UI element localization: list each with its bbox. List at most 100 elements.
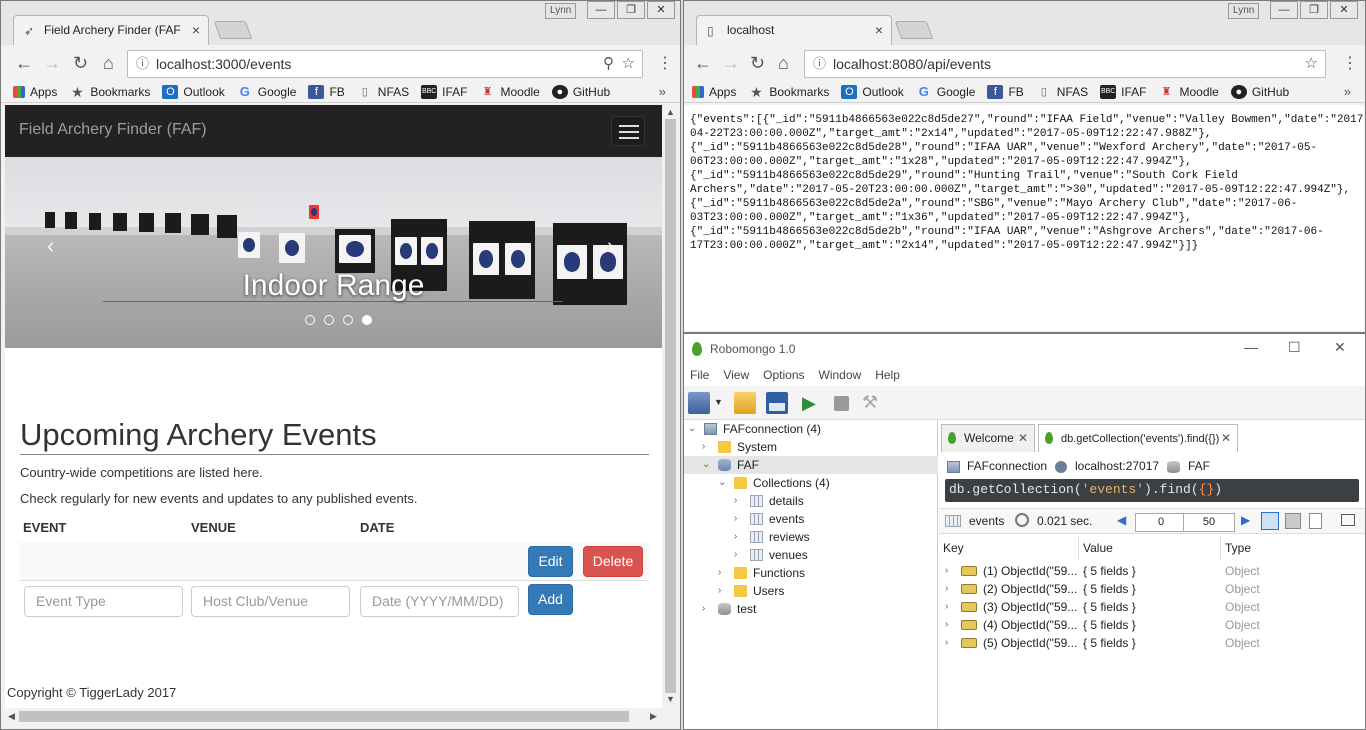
expand-arrow-icon[interactable]: › [945,634,948,652]
right-address-bar[interactable]: ⓘ localhost:8080/api/events ☆ [804,50,1326,78]
close-window-icon[interactable]: ✕ [647,1,675,19]
carousel-dot-1[interactable] [305,315,315,325]
venue-input[interactable]: Host Club/Venue [191,586,350,617]
menu-options[interactable]: Options [763,364,804,386]
result-row[interactable]: › (5) ObjectId("59...{ 5 fields } Object [939,634,1365,652]
carousel-dot-4[interactable] [362,315,372,325]
bookmark-ifaf[interactable]: BBC IFAF [1100,84,1146,99]
hamburger-menu-icon[interactable] [611,116,645,146]
date-input[interactable]: Date (YYYY/MM/DD) [360,586,519,617]
event-type-input[interactable]: Event Type [24,586,183,617]
profile-badge[interactable]: Lynn [1228,3,1260,19]
home-icon[interactable]: ⌂ [778,53,789,74]
close-tab-icon[interactable]: ✕ [1018,425,1028,451]
page-info-icon[interactable]: ⓘ [813,51,826,77]
tab-welcome[interactable]: Welcome ✕ [941,424,1035,452]
home-icon[interactable]: ⌂ [103,53,114,74]
expand-arrow-icon[interactable]: › [718,564,721,582]
carousel-next-icon[interactable]: › [607,233,614,259]
maximize-icon[interactable]: ☐ [1288,339,1301,356]
maximize-icon[interactable]: ❐ [617,1,645,19]
chrome-menu-icon[interactable]: ⋮ [1342,53,1358,73]
bookmark-github[interactable]: ● GitHub [551,84,610,99]
skip-input[interactable]: 0 [1135,513,1187,532]
stop-icon[interactable] [834,396,849,411]
bookmark-github[interactable]: ● GitHub [1230,84,1289,99]
chrome-menu-icon[interactable]: ⋮ [657,53,673,73]
table-view-icon[interactable] [1285,513,1301,529]
bookmark-moodle[interactable]: ♜ Moodle [1158,85,1219,99]
minimize-icon[interactable]: — [1244,339,1258,355]
grid-header-value[interactable]: Value [1079,536,1221,560]
open-folder-icon[interactable] [734,392,756,414]
tree-view-icon[interactable] [1261,512,1279,530]
expand-arrow-icon[interactable]: › [702,600,705,618]
left-address-bar[interactable]: ⓘ localhost:3000/events ⚲ ☆ [127,50,643,78]
expand-arrow-icon[interactable]: › [734,528,737,546]
delete-button[interactable]: Delete [583,546,643,577]
expand-arrow-icon[interactable]: › [718,582,721,600]
close-window-icon[interactable]: ✕ [1334,339,1346,356]
bookmark-star-icon[interactable]: ☆ [1305,51,1318,77]
back-icon[interactable]: ← [694,53,712,74]
result-row[interactable]: › (3) ObjectId("59...{ 5 fields } Object [939,598,1365,616]
more-bookmarks-icon[interactable]: » [659,84,666,99]
scroll-left-icon[interactable]: ◀ [8,711,15,722]
collapse-arrow-icon[interactable]: ⌄ [718,474,726,492]
back-icon[interactable]: ← [15,53,33,74]
carousel-prev-icon[interactable]: ‹ [47,233,54,259]
carousel-dot-2[interactable] [324,315,334,325]
bookmark-google[interactable]: G Google [916,84,976,99]
new-tab-button[interactable] [894,21,934,39]
expand-arrow-icon[interactable]: › [702,438,705,456]
right-tab[interactable]: ▯ localhost × [696,15,892,46]
edit-button[interactable]: Edit [528,546,573,577]
limit-input[interactable]: 50 [1183,513,1235,532]
horizontal-scroll-thumb[interactable] [19,711,629,722]
horizontal-scrollbar[interactable]: ◀ ▶ [5,708,662,725]
zoom-search-icon[interactable]: ⚲ [603,51,614,77]
query-editor[interactable]: db.getCollection('events').find({}) [945,479,1359,502]
more-bookmarks-icon[interactable]: » [1344,84,1351,99]
close-tab-icon[interactable]: ✕ [1221,425,1231,451]
expand-arrow-icon[interactable]: › [945,562,948,580]
bookmark-bookmarks[interactable]: ★ Bookmarks [748,85,829,99]
text-view-icon[interactable] [1309,513,1322,529]
maximize-icon[interactable]: ❐ [1300,1,1328,19]
forward-icon[interactable]: → [722,53,740,74]
minimize-icon[interactable]: — [1270,1,1298,19]
minimize-icon[interactable]: — [587,1,615,19]
bookmark-fb[interactable]: f FB [308,84,345,99]
reload-icon[interactable]: ↻ [750,53,765,74]
menu-help[interactable]: Help [875,364,900,386]
bookmark-moodle[interactable]: ♜ Moodle [479,85,540,99]
vertical-scroll-thumb[interactable] [665,119,676,693]
bookmark-apps[interactable]: Apps [13,85,57,99]
result-row[interactable]: › (1) ObjectId("59...{ 5 fields } Object [939,562,1365,580]
add-button[interactable]: Add [528,584,573,615]
expand-arrow-icon[interactable]: › [945,580,948,598]
expand-arrow-icon[interactable]: › [945,598,948,616]
new-tab-button[interactable] [213,21,253,39]
result-row[interactable]: › (4) ObjectId("59...{ 5 fields } Object [939,616,1365,634]
menu-window[interactable]: Window [819,364,862,386]
collapse-arrow-icon[interactable]: ⌄ [688,420,696,438]
bookmark-bookmarks[interactable]: ★ Bookmarks [69,85,150,99]
bookmark-ifaf[interactable]: BBC IFAF [421,84,467,99]
close-tab-icon[interactable]: × [192,22,200,38]
bookmark-nfas[interactable]: ▯ NFAS [1036,85,1088,99]
profile-badge[interactable]: Lynn [545,3,577,19]
tab-query[interactable]: db.getCollection('events').find({}) ✕ [1038,424,1238,452]
grid-header-key[interactable]: Key [939,536,1079,560]
vertical-scrollbar[interactable]: ▲ ▼ [662,105,679,708]
collapse-arrow-icon[interactable]: ⌄ [702,456,710,474]
expand-arrow-icon[interactable]: › [945,616,948,634]
bookmark-star-icon[interactable]: ☆ [622,51,635,77]
forward-icon[interactable]: → [43,53,61,74]
scroll-right-icon[interactable]: ▶ [650,711,657,722]
bookmark-nfas[interactable]: ▯ NFAS [357,85,409,99]
maximize-results-icon[interactable] [1341,514,1355,526]
connect-dropdown-icon[interactable]: ▼ [714,397,723,407]
connect-icon[interactable] [688,392,710,414]
page-info-icon[interactable]: ⓘ [136,51,149,77]
